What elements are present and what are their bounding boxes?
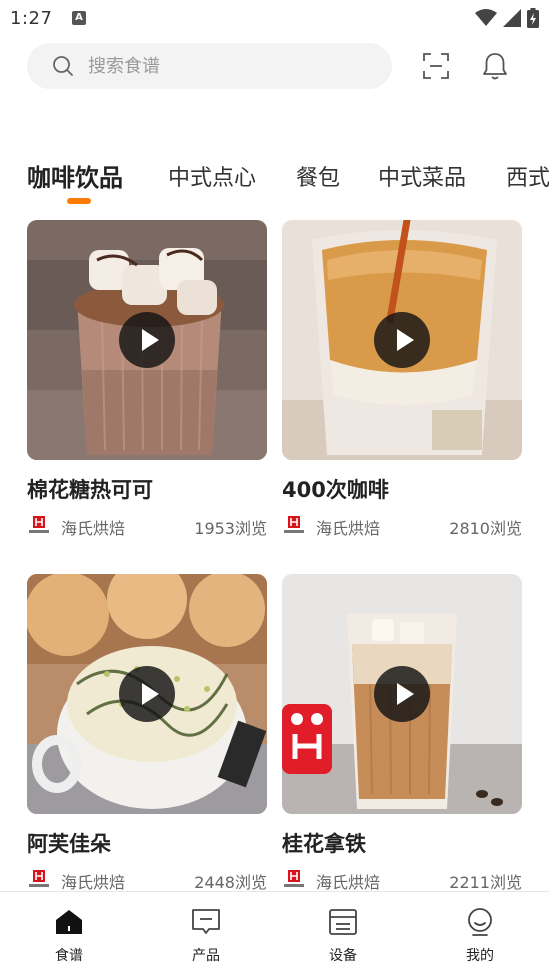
- play-button[interactable]: [374, 312, 430, 368]
- bell-icon[interactable]: [481, 51, 509, 81]
- signal-icon: [503, 9, 521, 27]
- tab-bread-rolls[interactable]: 餐包: [296, 160, 340, 192]
- tab-coffee-drinks[interactable]: 咖啡饮品: [27, 160, 123, 193]
- recipe-card[interactable]: 阿芙佳朵 海氏烘焙 2448浏览: [27, 574, 267, 892]
- nav-label: 我的: [466, 948, 494, 964]
- recipe-video-thumbnail[interactable]: [282, 220, 522, 460]
- nav-item-devices[interactable]: 设备: [303, 906, 383, 965]
- brand-name: 海氏烘焙: [316, 873, 381, 892]
- recipe-card[interactable]: 桂花拿铁 海氏烘焙 2211浏览: [282, 574, 522, 892]
- recipe-meta: 海氏烘焙 2448浏览: [27, 868, 267, 892]
- nav-label: 食谱: [55, 948, 83, 964]
- scan-icon[interactable]: [422, 52, 450, 80]
- recipe-meta: 海氏烘焙 1953浏览: [27, 514, 267, 538]
- home-icon: [56, 910, 82, 934]
- nav-item-recipes[interactable]: 食谱: [29, 906, 109, 965]
- status-time: 1:27: [10, 8, 53, 29]
- notification-a-icon: A: [72, 11, 86, 25]
- nav-item-products[interactable]: 产品: [166, 906, 246, 965]
- search-box[interactable]: [27, 43, 392, 89]
- recipe-card[interactable]: 400次咖啡 海氏烘焙 2810浏览: [282, 220, 522, 538]
- haishi-brand-logo: [284, 516, 304, 533]
- status-icons: [475, 8, 539, 28]
- recipe-video-thumbnail[interactable]: [27, 220, 267, 460]
- bottom-navigation: 食谱 产品 设备 我的: [0, 891, 549, 977]
- recipe-title: 阿芙佳朵: [27, 832, 111, 856]
- haishi-brand-logo: [29, 870, 49, 887]
- device-icon: [329, 909, 357, 935]
- view-count: 2810浏览: [449, 519, 522, 538]
- search-input[interactable]: [88, 55, 348, 77]
- active-tab-indicator: [67, 198, 91, 204]
- brand-name: 海氏烘焙: [61, 873, 126, 892]
- battery-icon: [527, 8, 539, 28]
- recipe-title: 400次咖啡: [282, 478, 389, 502]
- recipe-title: 棉花糖热可可: [27, 478, 153, 502]
- tab-chinese-dim-sum[interactable]: 中式点心: [168, 160, 256, 192]
- play-button[interactable]: [119, 312, 175, 368]
- wifi-icon: [475, 9, 497, 26]
- haishi-brand-logo: [29, 516, 49, 533]
- profile-icon: [468, 908, 492, 936]
- brand-name: 海氏烘焙: [316, 519, 381, 538]
- brand-name: 海氏烘焙: [61, 519, 126, 538]
- recipe-meta: 海氏烘焙 2810浏览: [282, 514, 522, 538]
- nav-label: 设备: [329, 948, 357, 964]
- tab-western[interactable]: 西式: [506, 160, 549, 192]
- tab-chinese-dishes[interactable]: 中式菜品: [378, 160, 466, 192]
- nav-label: 产品: [192, 948, 220, 964]
- recipe-video-thumbnail[interactable]: [282, 574, 522, 814]
- view-count: 1953浏览: [194, 519, 267, 538]
- play-button[interactable]: [119, 666, 175, 722]
- haishi-brand-logo: [284, 870, 304, 887]
- message-icon: [192, 909, 220, 934]
- view-count: 2211浏览: [449, 873, 522, 892]
- recipe-title: 桂花拿铁: [282, 832, 366, 856]
- recipe-video-thumbnail[interactable]: [27, 574, 267, 814]
- recipe-card[interactable]: 棉花糖热可可 海氏烘焙 1953浏览: [27, 220, 267, 538]
- status-bar: 1:27 A: [0, 0, 549, 36]
- nav-item-profile[interactable]: 我的: [440, 906, 520, 965]
- search-icon: [53, 56, 73, 76]
- view-count: 2448浏览: [194, 873, 267, 892]
- recipe-meta: 海氏烘焙 2211浏览: [282, 868, 522, 892]
- play-button[interactable]: [374, 666, 430, 722]
